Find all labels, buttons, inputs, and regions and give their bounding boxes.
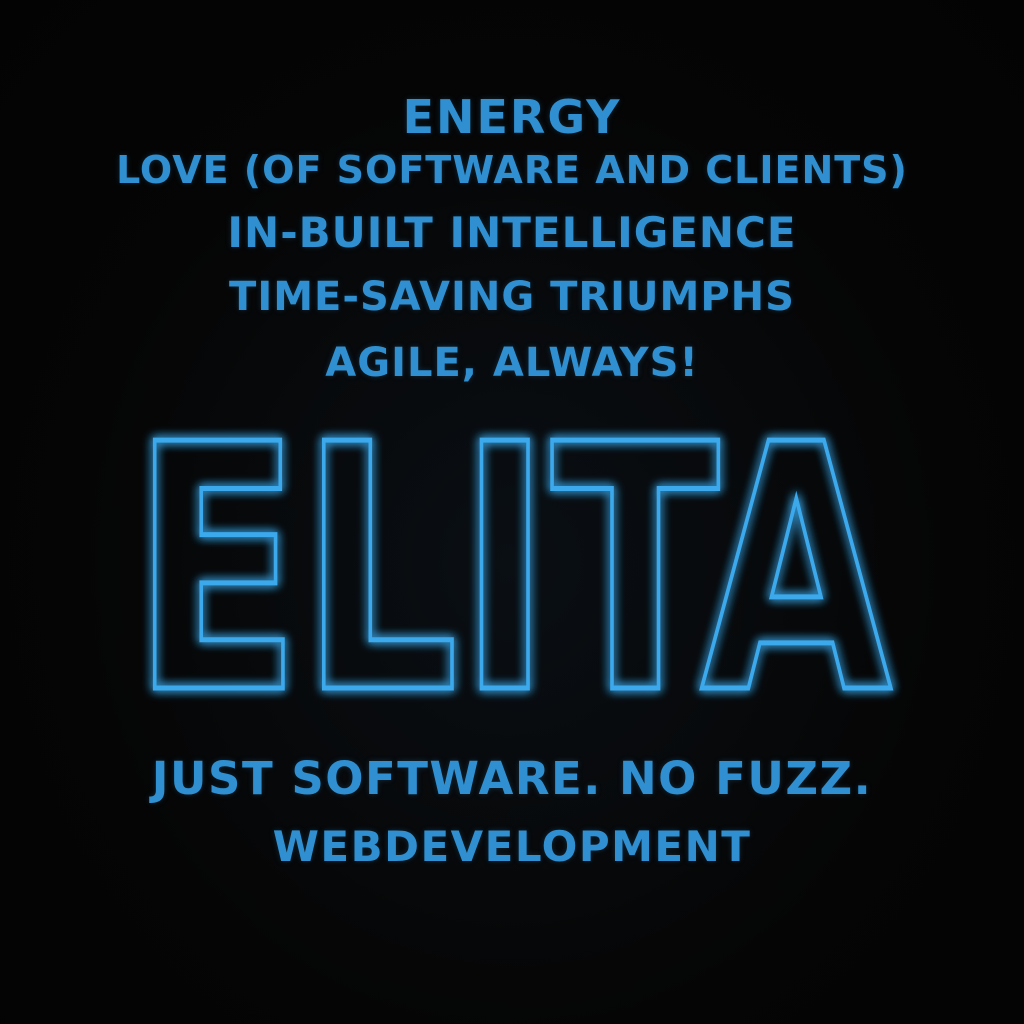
time-saving-line: TIME-SAVING TRIUMPHS [229, 274, 795, 320]
intelligence-line: IN-BUILT INTELLIGENCE [227, 208, 797, 257]
elita-neon-logo: ELITA [130, 418, 897, 718]
energy-line: ENERGY [402, 90, 622, 144]
logo-wordmark: ELITA [132, 418, 894, 718]
service-line: WEBDEVELOPMENT [272, 822, 752, 871]
agile-line: AGILE, ALWAYS! [325, 340, 699, 386]
poster: ENERGY LOVE (OF SOFTWARE AND CLIENTS) IN… [0, 0, 1024, 1024]
tagline: JUST SOFTWARE. NO FUZZ. [151, 752, 873, 805]
love-line: LOVE (OF SOFTWARE AND CLIENTS) [116, 148, 908, 192]
